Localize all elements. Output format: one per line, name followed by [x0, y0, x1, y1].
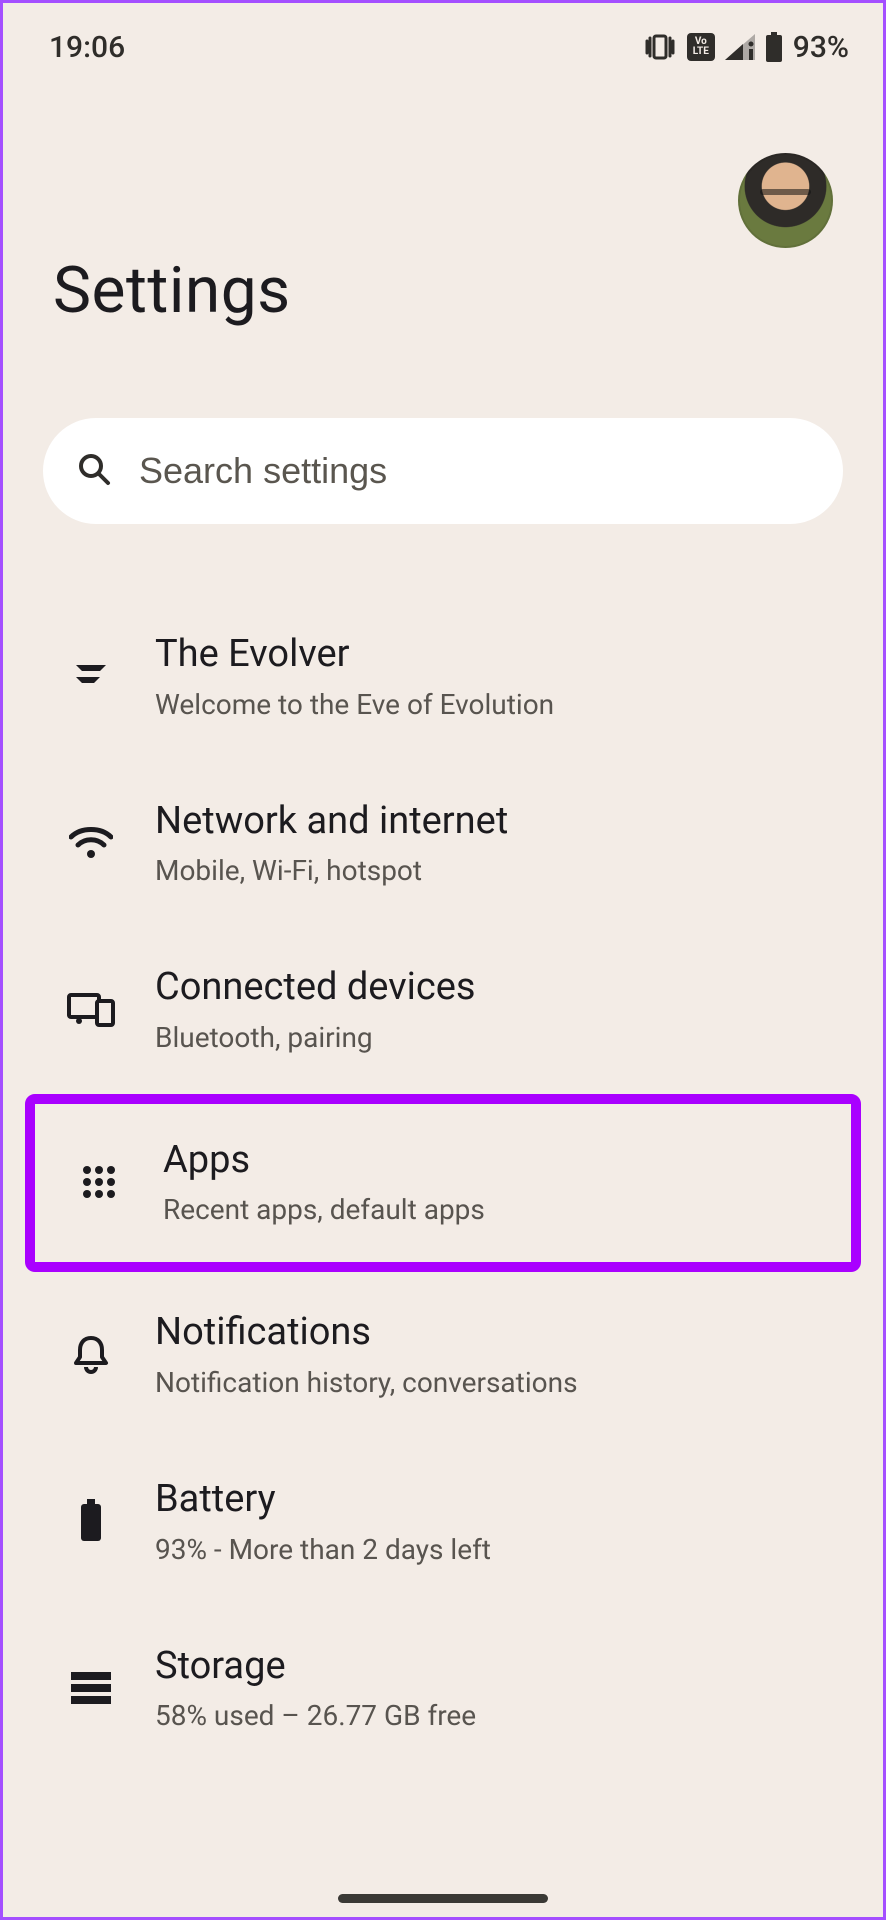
storage-icon [63, 1670, 119, 1706]
item-subtitle: Welcome to the Eve of Evolution [155, 688, 833, 721]
devices-icon [63, 991, 119, 1027]
volte-icon: VoLTE [687, 33, 715, 61]
item-subtitle: Mobile, Wi-Fi, hotspot [155, 854, 833, 887]
item-subtitle: Recent apps, default apps [163, 1193, 825, 1226]
item-title: Connected devices [155, 965, 833, 1011]
settings-item-notifications[interactable]: Notifications Notification history, conv… [23, 1272, 863, 1439]
settings-item-network[interactable]: Network and internet Mobile, Wi-Fi, hots… [23, 761, 863, 928]
page-title: Settings [53, 253, 833, 328]
status-right: VoLTE 93% [643, 30, 849, 65]
header: Settings [3, 73, 883, 328]
search-bar[interactable] [43, 418, 843, 524]
item-subtitle: 93% - More than 2 days left [155, 1533, 833, 1566]
status-time: 19:06 [49, 30, 125, 65]
profile-avatar[interactable] [738, 153, 833, 248]
apps-icon [71, 1164, 127, 1200]
item-subtitle: Notification history, conversations [155, 1366, 833, 1399]
vibrate-icon [643, 33, 677, 61]
item-subtitle: Bluetooth, pairing [155, 1021, 833, 1054]
search-input[interactable] [139, 450, 809, 492]
settings-item-apps[interactable]: Apps Recent apps, default apps [31, 1100, 855, 1267]
settings-list: The Evolver Welcome to the Eve of Evolut… [3, 594, 883, 1772]
item-title: Storage [155, 1644, 833, 1690]
battery-icon [63, 1499, 119, 1543]
battery-icon [765, 32, 783, 62]
settings-item-connected[interactable]: Connected devices Bluetooth, pairing [23, 927, 863, 1094]
gesture-bar[interactable] [338, 1894, 548, 1903]
item-title: Battery [155, 1477, 833, 1523]
search-icon [77, 452, 111, 490]
item-title: The Evolver [155, 632, 833, 678]
evolver-icon [63, 655, 119, 697]
item-subtitle: 58% used – 26.77 GB free [155, 1699, 833, 1732]
battery-percentage: 93% [793, 30, 849, 65]
settings-item-battery[interactable]: Battery 93% - More than 2 days left [23, 1439, 863, 1606]
settings-item-evolver[interactable]: The Evolver Welcome to the Eve of Evolut… [23, 594, 863, 761]
item-title: Apps [163, 1138, 825, 1184]
wifi-icon [63, 825, 119, 861]
settings-item-storage[interactable]: Storage 58% used – 26.77 GB free [23, 1606, 863, 1773]
item-title: Network and internet [155, 799, 833, 845]
status-bar: 19:06 VoLTE 93% [3, 3, 883, 73]
item-title: Notifications [155, 1310, 833, 1356]
signal-icon [725, 34, 755, 60]
bell-icon [63, 1334, 119, 1376]
